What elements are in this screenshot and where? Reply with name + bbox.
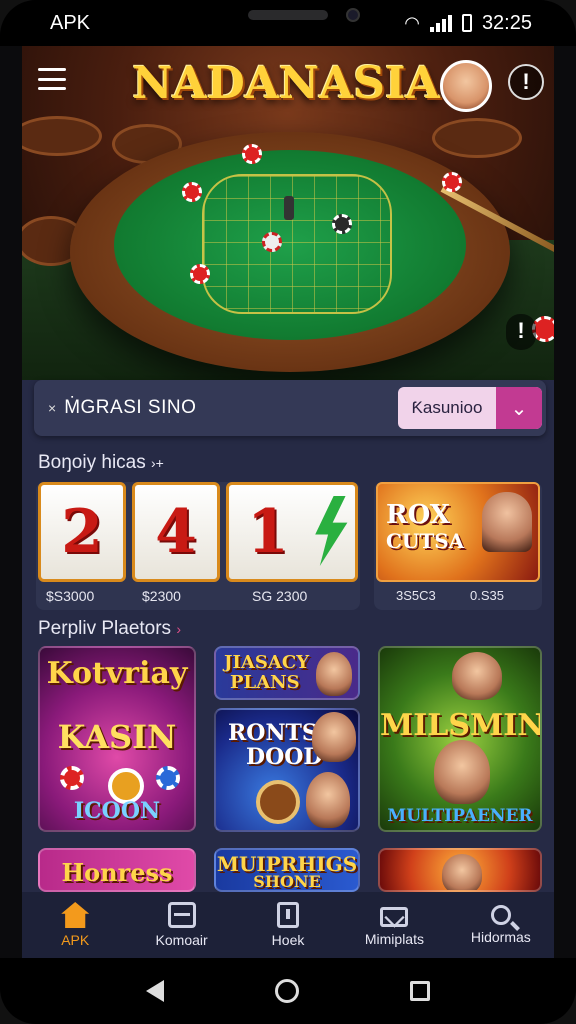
battery-icon [461,14,472,32]
featured-meta-right: 0.S35 [470,588,504,603]
nav-item-komoair[interactable]: Komoair [128,892,234,958]
alert-button[interactable]: ! [508,64,544,100]
chip-icon [156,766,180,790]
close-icon[interactable]: × [48,400,56,416]
game-subtitle: MULTIPAENER [387,806,533,826]
back-icon[interactable] [145,980,164,1002]
betting-grid [202,174,392,314]
game-title: Kotvriay [46,656,188,691]
chip-icon [262,232,282,252]
featured-game-card[interactable]: ROX CUTSA 3S5C3 0.S35 [374,482,542,610]
section-title-popular: Perpliv Plaetors › [38,618,181,640]
mail-icon [380,907,409,927]
menu-icon[interactable] [38,68,66,90]
host-portrait [482,492,532,552]
chip-icon [332,214,352,234]
chip-icon [190,264,210,284]
nav-label: Komoair [155,932,208,948]
game-grid: Kotvriay KASIN ICOON JIASACY PLANS RONTS… [36,646,544,892]
bottom-navigation: APK Komoair Hoek Mimiplats Hidormas [22,892,554,958]
host-portrait [316,652,352,696]
section-title-text: Perpliv Plaetors [38,618,172,639]
slot-value: $S3000 [46,588,95,604]
host-portrait [306,772,350,828]
game-tile[interactable]: RONTS DOOD [214,708,360,832]
host-portrait [442,854,482,890]
wheel-spindle [284,196,294,220]
mascot-avatar [440,60,492,112]
game-tile[interactable]: Honress [38,848,196,892]
signal-icon [429,14,452,32]
nav-label: Hoek [271,932,305,948]
search-icon [490,905,511,925]
nav-item-mimiplats[interactable]: Mimiplats [341,892,447,958]
host-portrait [452,652,502,700]
front-camera [346,8,360,22]
info-button[interactable]: ! [506,314,536,350]
app-screen: NADANASIA ! ! × ṀGRASI SINO Ƙasunioo ⌄ B… [22,46,554,958]
arrow-right-icon[interactable]: ›+ [151,455,164,471]
game-tile[interactable]: MILSMIN MULTIPAENER [378,646,542,832]
arrow-right-icon[interactable]: › [176,621,181,637]
game-tile[interactable] [378,848,542,892]
game-tile[interactable]: MUIPRHIGS SHONE [214,848,360,892]
chip-icon [182,182,202,202]
chevron-down-icon[interactable]: ⌄ [496,387,542,429]
nav-label: APK [61,932,90,948]
featured-title-line: CUTSA [386,529,465,553]
section-title-text: Boŋoiy hicas [38,452,146,473]
recent-apps-icon[interactable] [410,981,431,1001]
game-title: SHONE [253,872,321,891]
status-bar: APK ◠ 32:25 [0,0,576,46]
nav-item-apk[interactable]: APK [22,892,128,958]
carrier-label: APK [50,11,91,34]
wifi-icon: ◠ [404,12,420,33]
nav-label: Hidormas [470,929,531,945]
doc-icon [277,902,300,928]
home-icon [61,902,90,928]
host-portrait [312,712,356,762]
home-button-icon[interactable] [274,979,299,1003]
slot-value: $2300 [142,588,181,604]
box-icon [167,902,196,928]
nav-label: Mimiplats [364,931,424,947]
nav-item-hoek[interactable]: Hoek [235,892,341,958]
game-title: Honress [61,858,173,887]
game-title: MILSMIN [380,708,542,743]
featured-meta-left: 3S5C3 [396,588,436,603]
featured-game-art: ROX CUTSA [376,482,540,582]
chip-icon [442,172,462,192]
side-table [22,116,102,156]
slot-machine-card[interactable]: 2 4 1 $S3000 $2300 SG 2300 [36,482,360,610]
app-logo-title: NADANASIA [132,58,440,109]
featured-title-line: ROX [386,500,450,530]
game-subtitle: ICOON [73,798,161,824]
game-tile[interactable]: Kotvriay KASIN ICOON [38,646,196,832]
chip-icon [60,766,84,790]
roulette-icon [256,780,300,824]
section-title-bonus: Boŋoiy hicas ›+ [38,452,164,474]
game-tile[interactable]: JIASACY PLANS [214,646,360,700]
promo-text: ṀGRASI SINO [64,397,197,418]
speaker-grille [248,10,328,20]
nav-item-hidormas[interactable]: Hidormas [448,892,554,958]
slot-value: SG 2300 [252,588,308,604]
slot-reel: 4 [132,482,220,582]
promo-dropdown[interactable]: Ƙasunioo ⌄ [398,387,542,429]
phone-frame: APK ◠ 32:25 NADANASIA ! ! × ṀGRASI SINO … [0,0,576,1024]
slot-reel: 2 [38,482,126,582]
status-icons: ◠ 32:25 [404,12,532,35]
host-portrait [434,740,490,804]
side-table [432,118,522,158]
promo-dropdown-label: Ƙasunioo [411,398,483,417]
system-navigation-bar [0,958,576,1024]
promo-bar: × ṀGRASI SINO Ƙasunioo ⌄ [34,380,546,436]
game-title: KASIN [57,718,177,756]
clock: 32:25 [481,11,532,34]
chip-icon [242,144,262,164]
featured-game-title: ROX CUTSA [386,502,464,554]
hero-banner[interactable]: NADANASIA ! ! [22,46,554,380]
